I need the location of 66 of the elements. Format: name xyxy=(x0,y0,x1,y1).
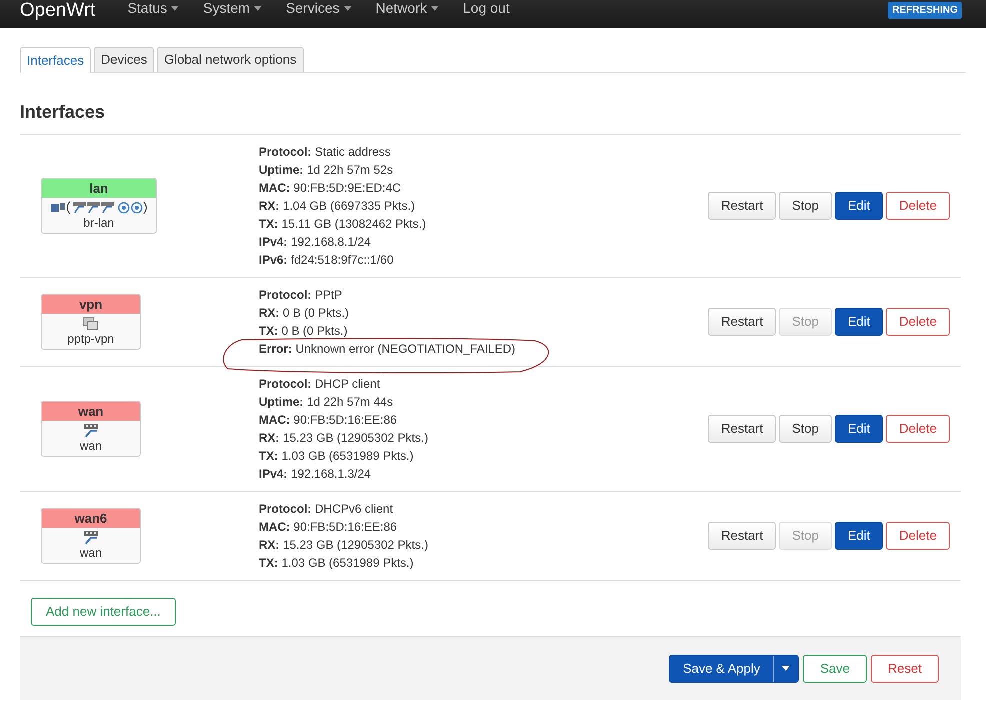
device-name: wan xyxy=(80,439,102,454)
detail-line: IPv6: fd24:518:9f7c::1/60 xyxy=(259,252,395,269)
tab[interactable]: Devices xyxy=(94,47,154,72)
action-button[interactable]: Restart xyxy=(708,522,776,550)
detail-line: TX: 15.11 GB (13082462 Pkts.) xyxy=(259,216,428,233)
nav-menu-item[interactable]: System xyxy=(203,0,262,16)
reset-button[interactable]: Reset xyxy=(871,654,939,682)
ethernet-port-icon xyxy=(83,423,99,439)
interface-name: wan6 xyxy=(42,509,140,528)
save-apply-label[interactable]: Save & Apply xyxy=(670,656,774,682)
network-bridge-icon xyxy=(49,200,149,216)
ethernet-port-icon xyxy=(83,530,99,546)
caret-icon xyxy=(344,6,352,10)
detail-line: RX: 0 B (0 Pkts.) xyxy=(259,305,350,322)
detail-line: Protocol: DHCPv6 client xyxy=(259,501,394,518)
nav-menu-item[interactable]: Log out xyxy=(463,0,510,16)
edit-button[interactable]: Edit xyxy=(835,522,884,550)
detail-line: TX: 1.03 GB (6531989 Pkts.) xyxy=(259,448,415,465)
device-name: pptp-vpn xyxy=(68,332,114,347)
edit-button[interactable]: Edit xyxy=(835,308,884,336)
nav-menu-item[interactable]: Network xyxy=(376,0,440,16)
action-button[interactable]: Stop xyxy=(779,415,832,443)
save-apply-button[interactable]: Save & Apply xyxy=(669,654,800,682)
detail-line: Uptime: 1d 22h 57m 44s xyxy=(259,394,394,411)
detail-line: Protocol: PPtP xyxy=(259,287,344,304)
tab[interactable]: Interfaces xyxy=(20,47,92,73)
detail-line: TX: 1.03 GB (6531989 Pkts.) xyxy=(259,555,415,572)
delete-button[interactable]: Delete xyxy=(886,415,950,443)
nav-menu-item[interactable]: Services xyxy=(286,0,352,16)
interface-name: lan xyxy=(42,179,156,198)
caret-icon xyxy=(782,666,790,671)
brand-logo: OpenWrt xyxy=(20,0,96,22)
caret-icon xyxy=(171,6,180,10)
section-heading: Interfaces xyxy=(20,101,106,124)
interface-name: vpn xyxy=(42,295,140,314)
detail-line: RX: 15.23 GB (12905302 Pkts.) xyxy=(259,430,430,447)
action-button[interactable]: Restart xyxy=(708,415,776,443)
nav-menu-item[interactable]: Status xyxy=(128,0,180,16)
caret-icon xyxy=(431,6,440,10)
detail-line: Protocol: Static address xyxy=(259,144,392,161)
tab[interactable]: Global network options xyxy=(157,47,304,72)
detail-line: IPv4: 192.168.1.3/24 xyxy=(259,466,372,483)
delete-button[interactable]: Delete xyxy=(886,522,950,550)
detail-line: MAC: 90:FB:5D:16:EE:86 xyxy=(259,519,398,536)
caret-icon xyxy=(254,6,262,10)
delete-button[interactable]: Delete xyxy=(886,192,950,220)
refreshing-indicator: REFRESHING xyxy=(888,2,962,19)
detail-line: MAC: 90:FB:5D:9E:ED:4C xyxy=(259,180,402,197)
edit-button[interactable]: Edit xyxy=(835,415,884,443)
detail-line: IPv4: 192.168.8.1/24 xyxy=(259,234,372,251)
action-button[interactable]: Restart xyxy=(708,308,776,336)
detail-line: MAC: 90:FB:5D:16:EE:86 xyxy=(259,412,398,429)
delete-button[interactable]: Delete xyxy=(886,308,950,336)
detail-line: TX: 0 B (0 Pkts.) xyxy=(259,323,349,340)
detail-line: Error: Unknown error (NEGOTIATION_FAILED) xyxy=(259,341,517,358)
detail-line: RX: 1.04 GB (6697335 Pkts.) xyxy=(259,198,416,215)
device-name: wan xyxy=(80,546,102,561)
action-button[interactable]: Restart xyxy=(708,192,776,220)
detail-line: Uptime: 1d 22h 57m 52s xyxy=(259,162,394,179)
edit-button[interactable]: Edit xyxy=(835,192,884,220)
action-button[interactable]: Stop xyxy=(779,192,832,220)
detail-line: Protocol: DHCP client xyxy=(259,376,382,393)
interface-name: wan xyxy=(42,402,140,421)
detail-line: RX: 15.23 GB (12905302 Pkts.) xyxy=(259,537,430,554)
device-name: br-lan xyxy=(84,216,114,231)
tunnel-icon xyxy=(83,316,99,332)
